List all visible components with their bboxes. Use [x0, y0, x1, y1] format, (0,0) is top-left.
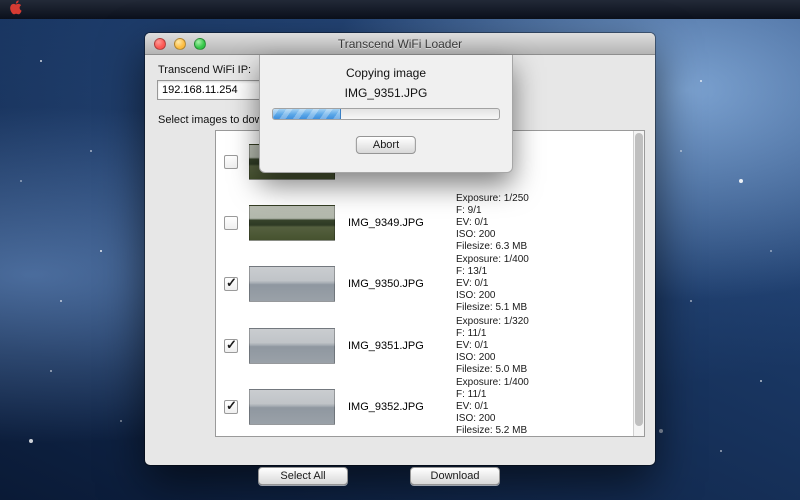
- scrollbar-thumb[interactable]: [635, 133, 643, 426]
- copy-progress-dialog: Copying image IMG_9351.JPG Abort: [259, 55, 513, 173]
- image-filename: IMG_9349.JPG: [348, 217, 456, 229]
- image-thumbnail: [249, 205, 335, 241]
- image-exif-info: Exposure: 1/250 F: 9/1 EV: 0/1 ISO: 200 …: [456, 193, 529, 253]
- copy-progress-fill: [273, 109, 341, 119]
- download-button[interactable]: Download: [410, 467, 500, 485]
- image-exif-info: Exposure: 1/400 F: 13/1 EV: 0/1 ISO: 200…: [456, 254, 529, 314]
- image-filename: IMG_9351.JPG: [348, 340, 456, 352]
- window-controls: [154, 38, 206, 50]
- apple-menu-icon[interactable]: [10, 0, 23, 20]
- menu-bar: [0, 0, 800, 19]
- image-filename: IMG_9352.JPG: [348, 401, 456, 413]
- image-checkbox[interactable]: [224, 339, 238, 353]
- image-checkbox[interactable]: [224, 216, 238, 230]
- abort-button[interactable]: Abort: [356, 136, 416, 154]
- image-list: IMG_9348.JPG IMG_9349.JPG Exposure: 1/25…: [215, 130, 645, 437]
- ip-input[interactable]: [157, 80, 263, 100]
- image-thumbnail: [249, 389, 335, 425]
- list-item[interactable]: IMG_9352.JPG Exposure: 1/400 F: 11/1 EV:…: [216, 377, 644, 437]
- image-exif-info: Exposure: 1/400 F: 11/1 EV: 0/1 ISO: 200…: [456, 377, 529, 437]
- select-all-button[interactable]: Select All: [258, 467, 348, 485]
- copy-progress-bar: [272, 108, 500, 120]
- list-item[interactable]: IMG_9350.JPG Exposure: 1/400 F: 13/1 EV:…: [216, 254, 644, 315]
- zoom-button[interactable]: [194, 38, 206, 50]
- image-checkbox[interactable]: [224, 155, 238, 169]
- list-item[interactable]: IMG_9351.JPG Exposure: 1/320 F: 11/1 EV:…: [216, 315, 644, 376]
- image-checkbox[interactable]: [224, 400, 238, 414]
- minimize-button[interactable]: [174, 38, 186, 50]
- list-scrollbar[interactable]: [633, 131, 644, 436]
- app-window: Transcend WiFi Loader Transcend WiFi IP:…: [145, 33, 655, 465]
- close-button[interactable]: [154, 38, 166, 50]
- title-bar[interactable]: Transcend WiFi Loader: [145, 33, 655, 55]
- window-title: Transcend WiFi Loader: [338, 37, 462, 51]
- image-filename: IMG_9350.JPG: [348, 278, 456, 290]
- image-thumbnail: [249, 266, 335, 302]
- image-checkbox[interactable]: [224, 277, 238, 291]
- dialog-copying-filename: IMG_9351.JPG: [260, 86, 512, 100]
- ip-field-label: Transcend WiFi IP:: [158, 64, 251, 76]
- image-exif-info: Exposure: 1/320 F: 11/1 EV: 0/1 ISO: 200…: [456, 316, 529, 376]
- dialog-title: Copying image: [260, 66, 512, 80]
- image-thumbnail: [249, 328, 335, 364]
- list-item[interactable]: IMG_9349.JPG Exposure: 1/250 F: 9/1 EV: …: [216, 192, 644, 253]
